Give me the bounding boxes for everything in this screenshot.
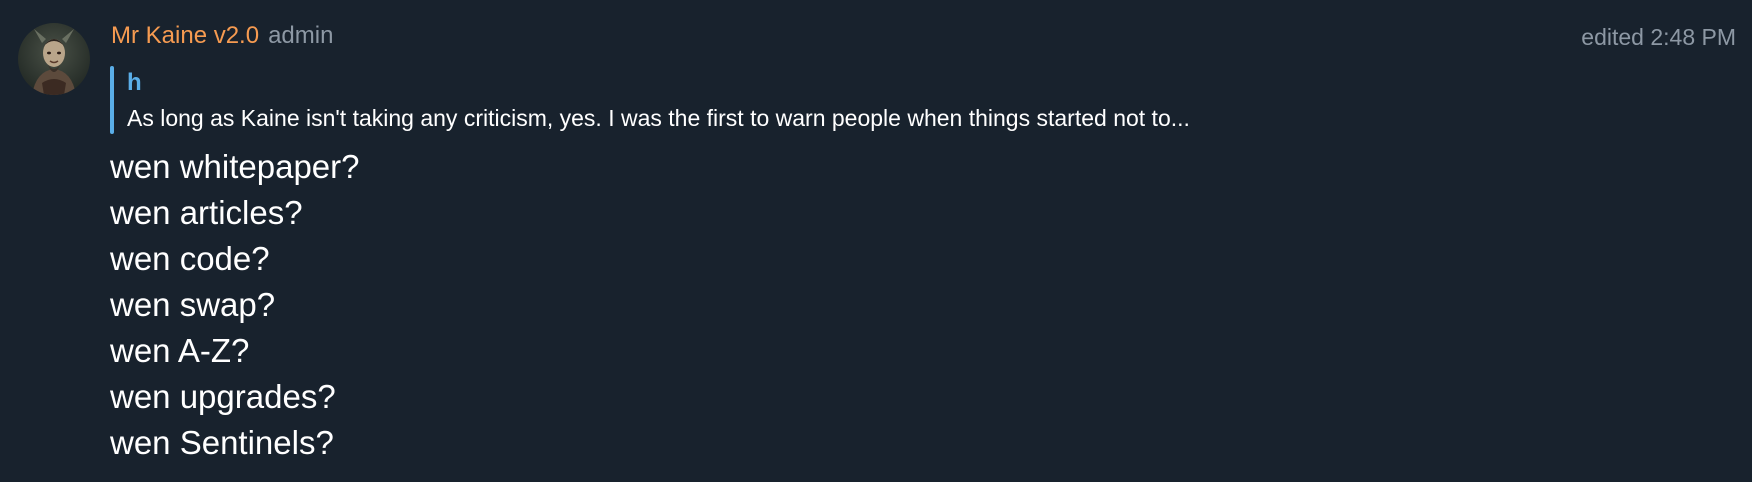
message-time: 2:48 PM (1650, 24, 1736, 50)
edited-label: edited (1581, 24, 1644, 50)
reply-accent-bar (110, 66, 114, 134)
message-line: wen A-Z? (110, 332, 250, 369)
avatar[interactable] (18, 23, 90, 95)
author-name[interactable]: Mr Kaine v2.0 (111, 22, 259, 50)
message-meta: edited 2:48 PM (1581, 24, 1736, 51)
chat-message: Mr Kaine v2.0 admin edited 2:48 PM h As … (0, 0, 1752, 482)
message-line: wen upgrades? (110, 378, 336, 415)
message-line: wen code? (110, 240, 270, 277)
reply-snippet: As long as Kaine isn't taking any critic… (127, 105, 1190, 131)
reply-author: h (127, 69, 142, 96)
message-line: wen articles? (110, 194, 303, 231)
message-line: wen whitepaper? (110, 148, 360, 185)
avatar-image (18, 23, 90, 95)
message-body: wen whitepaper? wen articles? wen code? … (110, 144, 360, 466)
role-badge: admin (268, 22, 334, 49)
message-header: Mr Kaine v2.0 admin (111, 22, 333, 58)
message-line: wen swap? (110, 286, 276, 323)
reply-quote[interactable]: h As long as Kaine isn't taking any crit… (110, 66, 1610, 134)
message-line: wen Sentinels? (110, 424, 334, 461)
